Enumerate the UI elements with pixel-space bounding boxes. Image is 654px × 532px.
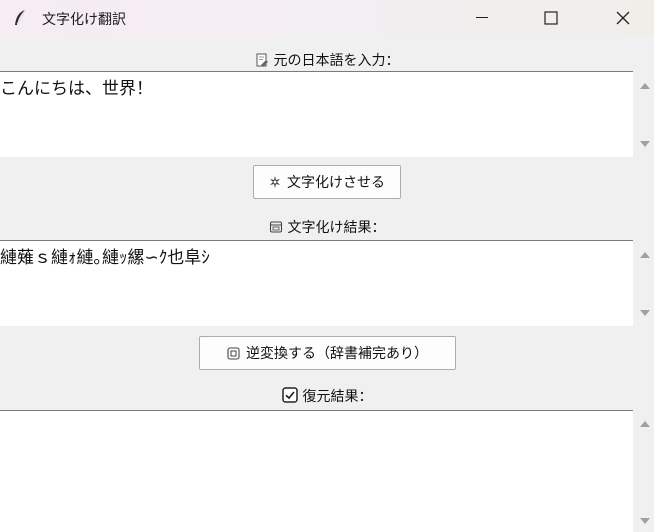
input-scrollbar[interactable]	[634, 71, 654, 157]
input-label: 元の日本語を入力：	[0, 50, 654, 70]
scroll-down-arrow-icon[interactable]	[640, 141, 650, 147]
input-label-text: 元の日本語を入力：	[273, 53, 400, 69]
garble-button[interactable]: 文字化けさせる	[253, 165, 401, 199]
scroll-up-arrow-icon[interactable]	[640, 252, 650, 258]
scroll-down-arrow-icon[interactable]	[640, 310, 650, 316]
close-button[interactable]	[600, 0, 646, 36]
title-bar: 文字化け翻訳	[0, 0, 654, 36]
window-icon	[269, 221, 282, 233]
feather-icon	[15, 9, 26, 25]
check-box-icon	[281, 387, 298, 403]
restored-label-text: 復元結果：	[302, 389, 373, 405]
window-title: 文字化け翻訳	[42, 12, 126, 28]
maximize-icon	[544, 11, 558, 25]
garbled-label-text: 文字化け結果：	[287, 220, 386, 236]
close-icon	[616, 11, 630, 25]
sparkle-gear-icon	[270, 176, 280, 188]
input-textarea[interactable]: こんにちは、世界！	[0, 71, 633, 157]
scroll-up-arrow-icon[interactable]	[640, 83, 650, 89]
scroll-up-arrow-icon[interactable]	[640, 421, 650, 427]
garble-button-label: 文字化けさせる	[287, 175, 385, 191]
restored-scrollbar[interactable]	[634, 410, 654, 532]
reverse-button-label: 逆変換する（辞書補完あり）	[246, 346, 428, 362]
garbled-textarea[interactable]: 縺薙ｓ縺ｫ縺｡縺ｯ縲∽ｸ也阜ｼ	[0, 240, 633, 326]
restored-label: 復元結果：	[0, 386, 654, 406]
scroll-down-arrow-icon[interactable]	[640, 518, 650, 524]
minimize-icon	[476, 17, 488, 18]
garbled-scrollbar[interactable]	[634, 240, 654, 326]
restored-textarea[interactable]	[0, 410, 633, 532]
maximize-button[interactable]	[528, 0, 574, 36]
document-edit-icon	[256, 53, 268, 67]
minimize-button[interactable]	[459, 0, 505, 36]
restore-icon	[227, 346, 240, 360]
garbled-label: 文字化け結果：	[0, 217, 654, 237]
reverse-convert-button[interactable]: 逆変換する（辞書補完あり）	[199, 336, 456, 370]
